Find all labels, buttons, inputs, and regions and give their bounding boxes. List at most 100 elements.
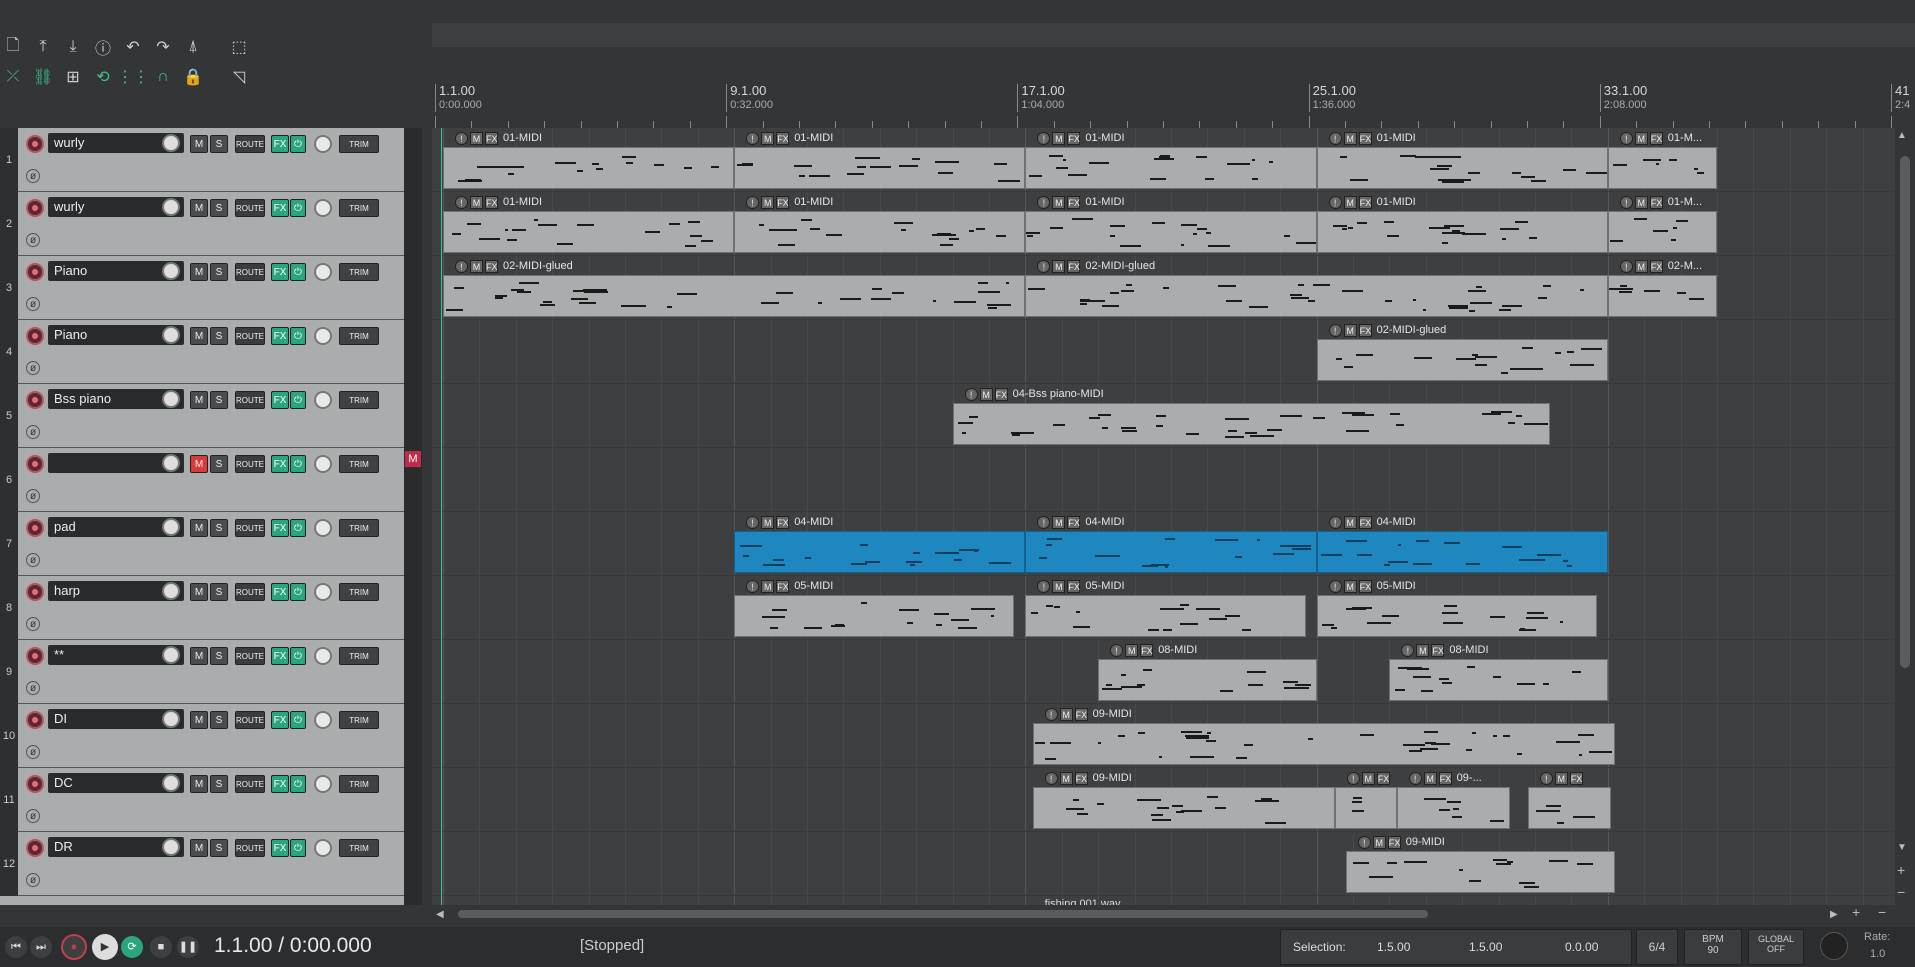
item-header[interactable]: ! M FX 01-MIDI xyxy=(1317,193,1608,211)
zoom-in-vertical-icon[interactable]: + xyxy=(1897,862,1905,878)
mute-button[interactable]: M xyxy=(190,263,208,281)
item-mute-icon[interactable]: M xyxy=(1372,835,1386,849)
track-header[interactable] xyxy=(0,896,404,905)
save-project-icon[interactable]: ⤓ xyxy=(62,36,84,58)
item-header[interactable]: ! M FX 02-MIDI-glued xyxy=(1025,257,1607,275)
item-header[interactable]: ! M FX 01-MIDI xyxy=(443,193,734,211)
item-lock-icon[interactable]: ! xyxy=(1328,131,1342,145)
media-item[interactable]: ! M FX 04-Bss piano-MIDI xyxy=(952,385,1550,447)
item-fx-icon[interactable]: FX xyxy=(1067,259,1081,273)
item-header[interactable]: ! M FX 09-... xyxy=(1397,769,1510,787)
volume-knob[interactable] xyxy=(162,262,180,280)
fx-button[interactable]: FX xyxy=(271,455,289,473)
ruler-marker[interactable]: 25.1.00 1:36.000 xyxy=(1308,84,1356,112)
item-mute-icon[interactable]: M xyxy=(1634,195,1648,209)
mute-button[interactable]: M xyxy=(190,647,208,665)
media-item[interactable]: ! M FX 01-MIDI xyxy=(734,193,1026,255)
track-header[interactable]: 6 M S ROUTE FX ⏻ TRIM ø xyxy=(0,448,404,512)
pan-knob[interactable] xyxy=(314,519,332,537)
record-button[interactable]: ● xyxy=(61,934,87,960)
trim-automation-button[interactable]: TRIM xyxy=(339,263,379,281)
fx-bypass-button[interactable]: ⏻ xyxy=(290,519,306,537)
item-body[interactable] xyxy=(1396,787,1510,829)
item-header[interactable]: ! M FX 09-MIDI xyxy=(1033,705,1615,723)
item-header[interactable]: ! M FX 08-MIDI xyxy=(1389,641,1607,659)
partial-item-label[interactable]: fishing 001.wav xyxy=(1045,898,1121,905)
item-mute-icon[interactable]: M xyxy=(1343,131,1357,145)
arrange-view[interactable]: ! M FX 01-MIDI! M FX 01-MIDI! M FX 01-MIDI! M FX 01-… xyxy=(432,128,1895,905)
item-lock-icon[interactable]: ! xyxy=(1037,259,1051,273)
item-body[interactable] xyxy=(1025,595,1306,637)
item-header[interactable]: ! M FX 08-MIDI xyxy=(1098,641,1316,659)
go-to-start-icon[interactable]: ⏮ xyxy=(5,936,27,958)
mute-button[interactable]: M xyxy=(190,839,208,857)
volume-knob[interactable] xyxy=(162,326,180,344)
mute-button[interactable]: M xyxy=(190,775,208,793)
media-item[interactable]: ! M FX 09-... xyxy=(1396,769,1510,831)
item-mute-icon[interactable]: M xyxy=(1361,771,1375,785)
track-header[interactable]: 10 DI M S ROUTE FX ⏻ TRIM ø xyxy=(0,704,404,768)
item-mute-icon[interactable]: M xyxy=(1052,131,1066,145)
item-lock-icon[interactable]: ! xyxy=(1044,707,1058,721)
item-body[interactable] xyxy=(1345,851,1616,893)
track-header[interactable]: 1 wurly M S ROUTE FX ⏻ TRIM ø xyxy=(0,128,404,192)
ruler-marker[interactable]: 41 2:4 xyxy=(1891,84,1910,112)
fx-button[interactable]: FX xyxy=(271,583,289,601)
item-header[interactable]: ! M FX 05-MIDI xyxy=(734,577,1014,595)
fx-bypass-button[interactable]: ⏻ xyxy=(290,647,306,665)
track-header[interactable]: 7 pad M S ROUTE FX ⏻ TRIM ø xyxy=(0,512,404,576)
media-item[interactable]: ! M FX 01-MIDI xyxy=(443,129,735,191)
item-mute-icon[interactable]: M xyxy=(470,131,483,145)
phase-invert-icon[interactable]: ø xyxy=(26,553,40,567)
grid-toggle-icon[interactable]: ⬚ xyxy=(228,36,250,58)
item-lock-icon[interactable]: ! xyxy=(1328,579,1342,593)
item-lock-icon[interactable]: ! xyxy=(1357,835,1371,849)
item-lock-icon[interactable]: ! xyxy=(1619,259,1633,273)
media-item[interactable]: ! M FX 02-MIDI-glued xyxy=(1316,321,1608,383)
fx-bypass-button[interactable]: ⏻ xyxy=(290,263,306,281)
route-button[interactable]: ROUTE xyxy=(235,263,265,281)
item-fx-icon[interactable]: FX xyxy=(1067,195,1081,209)
pan-knob[interactable] xyxy=(314,263,332,281)
item-lock-icon[interactable]: ! xyxy=(746,131,760,145)
timeline-ruler[interactable]: 1.1.00 0:00.000 9.1.00 0:32.000 17.1.00 1:04.… xyxy=(432,80,1915,129)
media-item[interactable]: ! M FX 01-M... xyxy=(1607,129,1717,191)
record-arm-button[interactable] xyxy=(26,711,44,729)
media-item[interactable]: ! M FX 01-MIDI xyxy=(1316,193,1608,255)
item-fx-icon[interactable]: FX xyxy=(1387,835,1401,849)
track-header[interactable]: 12 DR M S ROUTE FX ⏻ TRIM ø xyxy=(0,832,404,896)
trim-automation-button[interactable]: TRIM xyxy=(339,839,379,857)
mute-button[interactable]: M xyxy=(190,711,208,729)
solo-button[interactable]: S xyxy=(210,135,228,153)
fx-button[interactable]: FX xyxy=(271,775,289,793)
solo-button[interactable]: S xyxy=(210,391,228,409)
trim-automation-button[interactable]: TRIM xyxy=(339,391,379,409)
item-body[interactable] xyxy=(1316,147,1608,189)
route-button[interactable]: ROUTE xyxy=(235,135,265,153)
fx-bypass-button[interactable]: ⏻ xyxy=(290,455,306,473)
item-lock-icon[interactable]: ! xyxy=(1328,323,1342,337)
volume-knob[interactable] xyxy=(162,838,180,856)
lock-icon[interactable]: 🔒 xyxy=(182,66,204,88)
item-fx-icon[interactable]: FX xyxy=(776,195,790,209)
play-button[interactable]: ▶ xyxy=(92,934,118,960)
item-lock-icon[interactable]: ! xyxy=(1401,643,1415,657)
record-arm-button[interactable] xyxy=(26,519,44,537)
metronome-icon[interactable]: ⍋ xyxy=(182,36,204,58)
phase-invert-icon[interactable]: ø xyxy=(26,489,40,503)
ruler-marker[interactable]: 33.1.00 2:08.000 xyxy=(1599,84,1647,112)
vertical-scroll-thumb[interactable] xyxy=(1900,156,1910,668)
record-arm-button[interactable] xyxy=(26,135,44,153)
ruler-marker[interactable]: 9.1.00 0:32.000 xyxy=(726,84,773,112)
item-body[interactable] xyxy=(1607,211,1717,253)
route-button[interactable]: ROUTE xyxy=(235,199,265,217)
media-item[interactable]: ! M FX 08-MIDI xyxy=(1098,641,1317,703)
item-body[interactable] xyxy=(1316,595,1597,637)
item-lock-icon[interactable]: ! xyxy=(1328,195,1342,209)
undo-icon[interactable]: ↶ xyxy=(122,36,144,58)
record-arm-button[interactable] xyxy=(26,327,44,345)
item-mute-icon[interactable]: M xyxy=(1343,323,1357,337)
fx-button[interactable]: FX xyxy=(271,327,289,345)
item-lock-icon[interactable]: ! xyxy=(1037,195,1051,209)
item-lock-icon[interactable]: ! xyxy=(1037,515,1051,529)
